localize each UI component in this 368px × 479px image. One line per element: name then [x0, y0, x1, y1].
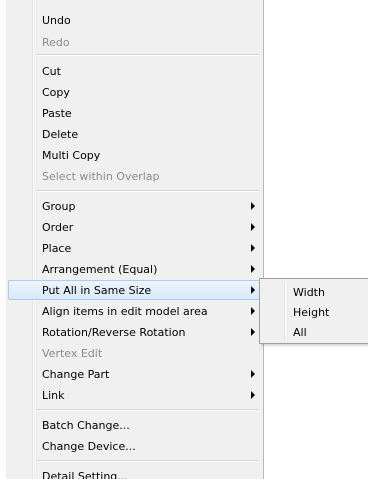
submenu-item-all[interactable]: All	[262, 322, 366, 342]
submenu-arrow-icon	[251, 244, 255, 252]
menu-item-label: Redo	[42, 36, 70, 49]
menu-item-label: Group	[42, 200, 76, 213]
menu-item-place[interactable]: Place	[8, 238, 261, 258]
menu-item-paste[interactable]: Paste	[8, 103, 261, 123]
submenu-item-height[interactable]: Height	[262, 302, 366, 322]
menu-item-redo: Redo	[8, 32, 261, 52]
submenu-arrow-icon	[251, 307, 255, 315]
menu-item-change-part[interactable]: Change Part	[8, 364, 261, 384]
menu-item-order[interactable]: Order	[8, 217, 261, 237]
submenu-arrow-icon	[251, 286, 255, 294]
menu-item-copy[interactable]: Copy	[8, 82, 261, 102]
menu-item-select-within-overlap: Select within Overlap	[8, 166, 261, 186]
submenu-item-width[interactable]: Width	[262, 282, 366, 302]
menu-item-arrangement-equal[interactable]: Arrangement (Equal)	[8, 259, 261, 279]
menu-item-label: Arrangement (Equal)	[42, 263, 158, 276]
submenu-arrow-icon	[251, 202, 255, 210]
submenu-arrow-icon	[251, 391, 255, 399]
menu-item-label: Change Device...	[42, 440, 136, 453]
menu-separator	[36, 54, 259, 56]
menu-item-change-device[interactable]: Change Device...	[8, 436, 261, 456]
menu-item-link[interactable]: Link	[8, 385, 261, 405]
menu-item-label: Align items in edit model area	[42, 305, 208, 318]
menu-item-group[interactable]: Group	[8, 196, 261, 216]
submenu-arrow-icon	[251, 370, 255, 378]
menu-item-put-all-in-same-size[interactable]: Put All in Same Size	[8, 280, 261, 300]
menu-item-vertex-edit: Vertex Edit	[8, 343, 261, 363]
submenu-arrow-icon	[251, 328, 255, 336]
menu-item-label: Paste	[42, 107, 72, 120]
menu-item-undo[interactable]: Undo	[8, 10, 261, 30]
menu-item-label: Put All in Same Size	[42, 284, 152, 297]
menu-item-label: Multi Copy	[42, 149, 101, 162]
menu-item-label: Vertex Edit	[42, 347, 103, 360]
submenu-item-label: Height	[293, 306, 330, 319]
menu-item-label: Detail Setting...	[42, 470, 128, 479]
menu-item-label: Order	[42, 221, 74, 234]
menu-item-detail-setting[interactable]: Detail Setting...	[8, 466, 261, 479]
submenu-arrow-icon	[251, 265, 255, 273]
menu-item-label: Undo	[42, 14, 71, 27]
menu-item-label: Place	[42, 242, 72, 255]
submenu-item-label: Width	[293, 286, 325, 299]
submenu-item-label: All	[293, 326, 307, 339]
menu-item-label: Rotation/Reverse Rotation	[42, 326, 186, 339]
menu-item-align-items[interactable]: Align items in edit model area	[8, 301, 261, 321]
menu-item-batch-change[interactable]: Batch Change...	[8, 415, 261, 435]
menu-item-label: Select within Overlap	[42, 170, 160, 183]
menu-item-label: Cut	[42, 65, 61, 78]
same-size-submenu: Width Height All	[259, 278, 368, 344]
submenu-arrow-icon	[251, 223, 255, 231]
menu-separator	[36, 190, 259, 192]
menu-item-label: Delete	[42, 128, 79, 141]
menu-item-cut[interactable]: Cut	[8, 61, 261, 81]
menu-item-label: Copy	[42, 86, 70, 99]
menu-separator	[36, 409, 259, 411]
menu-separator	[36, 460, 259, 462]
menu-item-multi-copy[interactable]: Multi Copy	[8, 145, 261, 165]
menu-item-label: Link	[42, 389, 65, 402]
menu-item-delete[interactable]: Delete	[8, 124, 261, 144]
menu-item-label: Change Part	[42, 368, 110, 381]
menu-item-label: Batch Change...	[42, 419, 130, 432]
menu-item-rotation[interactable]: Rotation/Reverse Rotation	[8, 322, 261, 342]
context-menu: Undo Redo Cut Copy Paste Delete Multi Co…	[6, 0, 264, 479]
